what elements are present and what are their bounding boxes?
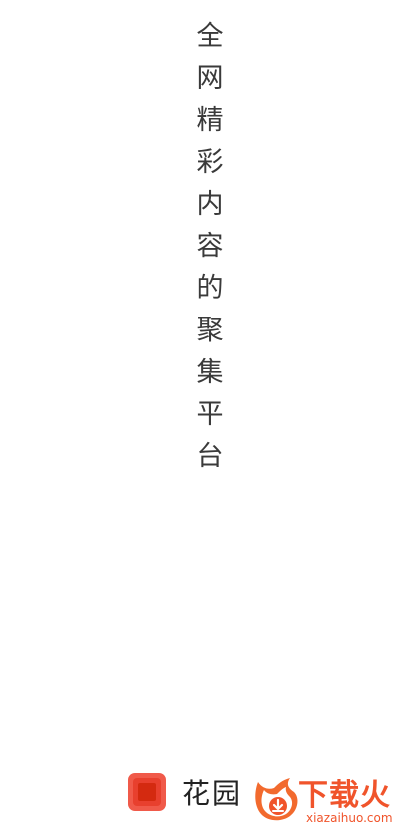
slogan-char: 网	[196, 63, 224, 94]
slogan-char: 全	[196, 21, 224, 52]
slogan-char: 内	[196, 189, 224, 220]
slogan-char: 聚	[196, 315, 224, 346]
slogan-char: 台	[196, 441, 224, 472]
slogan-char: 彩	[196, 147, 224, 178]
slogan-char: 平	[196, 399, 224, 430]
watermark-url: xiazaihuo.com	[306, 811, 393, 825]
watermark-title: 下载火	[298, 778, 391, 813]
slogan-char: 的	[196, 273, 224, 304]
app-name: 花园	[182, 777, 243, 810]
slogan-char: 精	[196, 105, 224, 136]
fire-download-icon	[255, 778, 298, 821]
slogan-char: 容	[196, 231, 224, 262]
footer-brand: 花园	[128, 773, 242, 811]
slogan-char: 集	[196, 357, 224, 388]
app-logo-icon	[128, 773, 166, 811]
slogan-vertical: 全 网 精 彩 内 容 的 聚 集 平 台	[0, 16, 420, 478]
watermark: 下载火 xiazaihuo.com	[252, 770, 418, 826]
